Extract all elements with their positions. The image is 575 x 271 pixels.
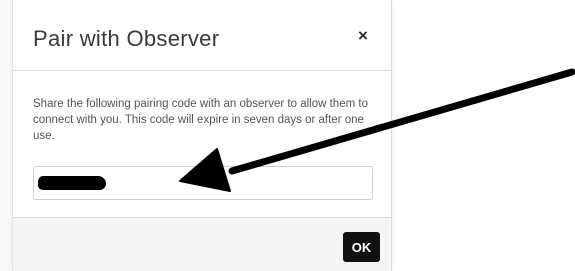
close-icon[interactable]: ×: [358, 26, 368, 45]
dialog-title: Pair with Observer: [33, 26, 220, 51]
dialog-body: Share the following pairing code with an…: [13, 71, 391, 217]
pair-with-observer-dialog: Pair with Observer × Share the following…: [12, 0, 392, 271]
page: Pair with Observer × Share the following…: [0, 0, 575, 271]
redaction-mark: [38, 176, 106, 190]
close-button[interactable]: ×: [354, 26, 372, 46]
dialog-header: Pair with Observer ×: [13, 0, 391, 71]
pairing-code-field[interactable]: [33, 166, 373, 200]
ok-button[interactable]: OK: [343, 232, 380, 262]
background-page: [0, 0, 12, 271]
pairing-instructions: Share the following pairing code with an…: [33, 98, 368, 142]
dialog-footer: OK: [13, 217, 391, 271]
